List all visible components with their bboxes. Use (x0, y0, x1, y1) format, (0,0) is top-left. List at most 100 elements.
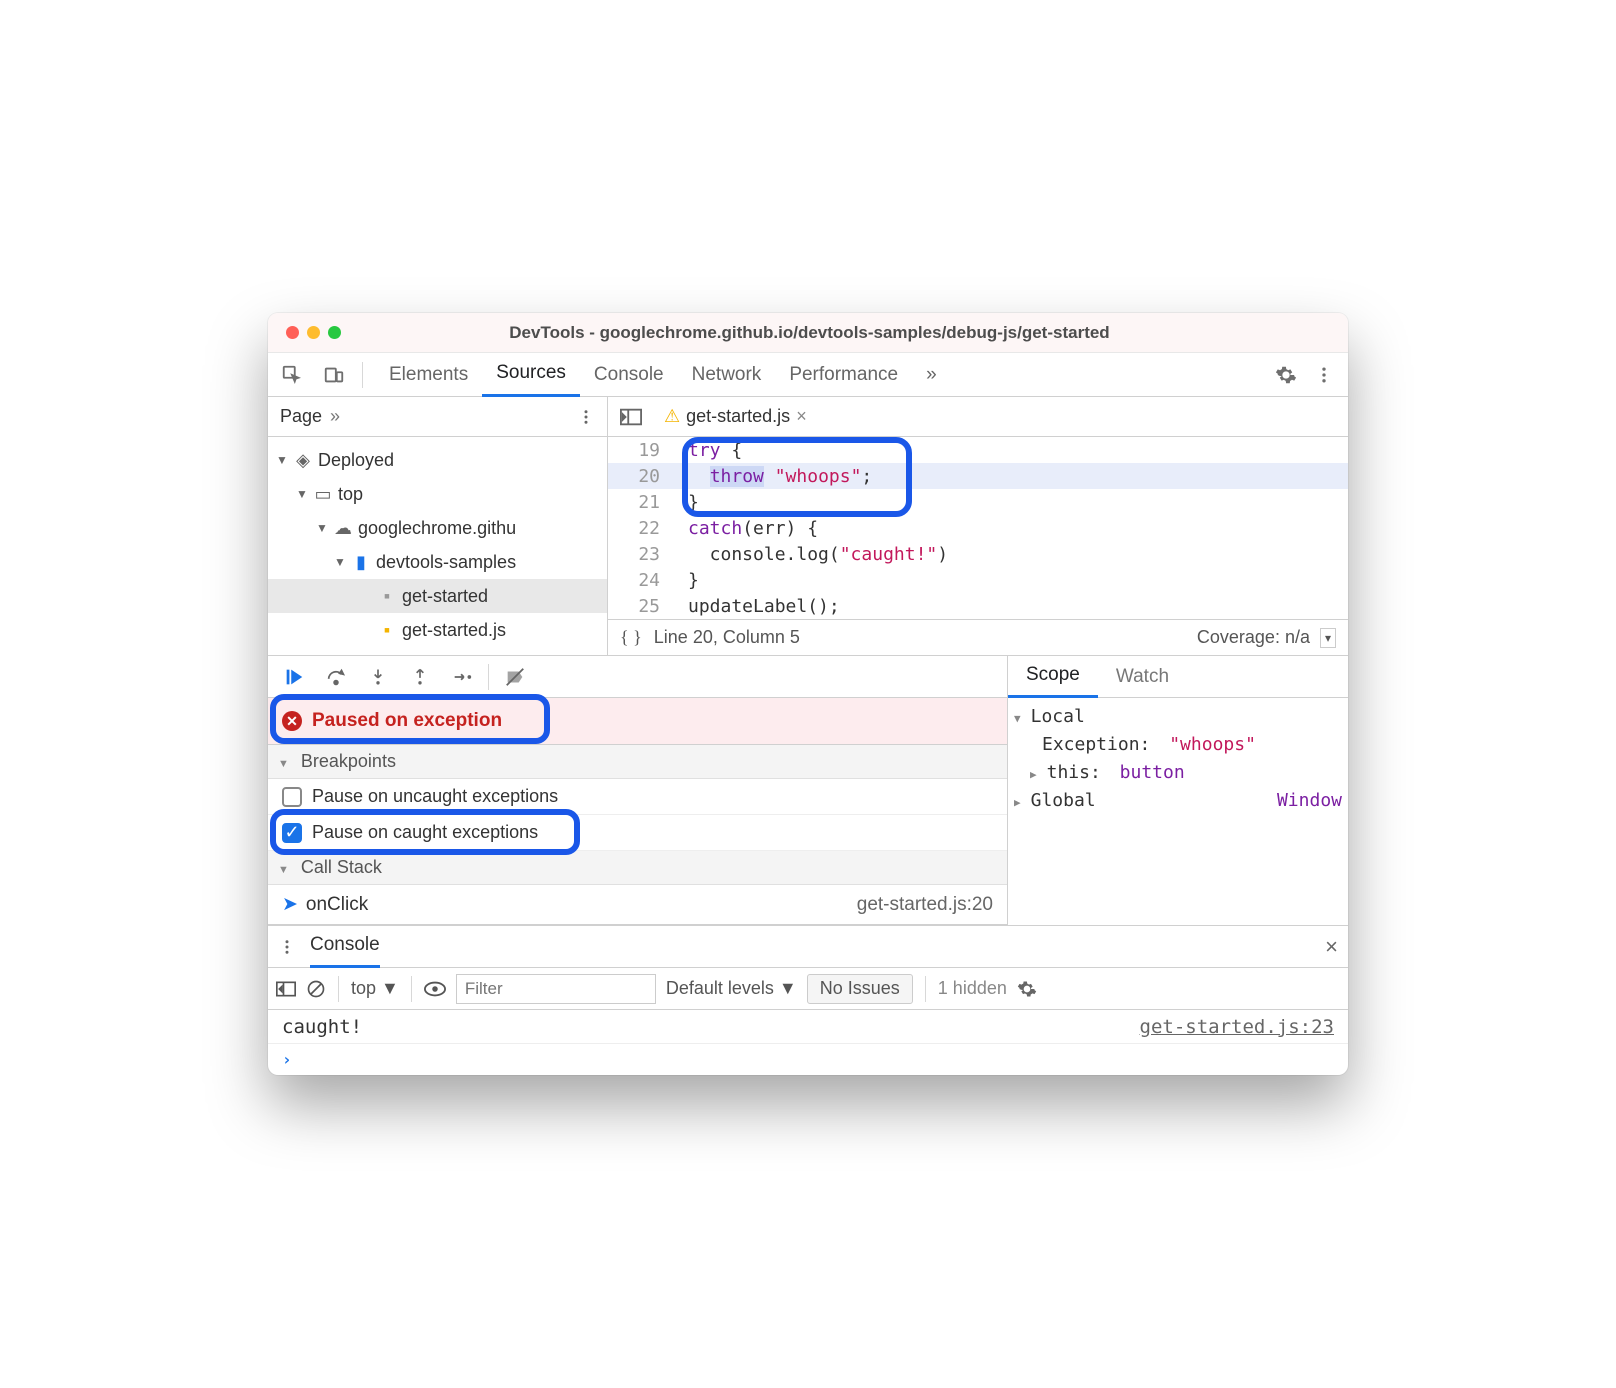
tree-top[interactable]: ▼▭top (268, 477, 607, 511)
callstack-frame[interactable]: ➤ onClick get-started.js:20 (268, 885, 1007, 925)
console-sidebar-toggle-icon[interactable] (276, 980, 296, 998)
console-drawer: Console × top ▼ Default levels ▼ No Issu… (268, 926, 1348, 1075)
log-levels-dropdown[interactable]: Default levels ▼ (666, 978, 797, 999)
editor-tabs: ⚠ get-started.js × (608, 397, 1348, 437)
step-into-icon[interactable] (360, 659, 396, 695)
devtools-window: DevTools - googlechrome.github.io/devtoo… (268, 313, 1348, 1075)
live-expression-icon[interactable] (424, 981, 446, 997)
kebab-menu-icon[interactable] (1308, 359, 1340, 391)
navigator-header: Page » (268, 397, 607, 437)
paused-message: Paused on exception (312, 710, 502, 732)
breakpoints-header[interactable]: Breakpoints (268, 745, 1007, 779)
step-icon[interactable] (444, 659, 480, 695)
scope-tabs: Scope Watch (1008, 656, 1348, 698)
frame-icon: ▭ (312, 484, 334, 505)
issues-button[interactable]: No Issues (807, 974, 913, 1004)
window-title: DevTools - googlechrome.github.io/devtoo… (349, 323, 1330, 343)
scope-body: Local Exception: "whoops" this: button G… (1008, 698, 1348, 818)
tree-folder[interactable]: ▼▮devtools-samples (268, 545, 607, 579)
tree-host[interactable]: ▼☁googlechrome.githu (268, 511, 607, 545)
console-toolbar: top ▼ Default levels ▼ No Issues 1 hidde… (268, 968, 1348, 1010)
step-over-icon[interactable] (318, 659, 354, 695)
scope-this[interactable]: this: button (1014, 758, 1342, 786)
titlebar: DevTools - googlechrome.github.io/devtoo… (268, 313, 1348, 353)
tree-file-js[interactable]: ▪get-started.js (268, 613, 607, 647)
code-line-25[interactable]: 25updateLabel(); (608, 593, 1348, 619)
console-settings-icon[interactable] (1017, 979, 1037, 999)
deactivate-breakpoints-icon[interactable] (497, 659, 533, 695)
scope-local[interactable]: Local (1014, 702, 1342, 730)
zoom-window-button[interactable] (328, 326, 341, 339)
dropdown-icon[interactable]: ▾ (1320, 628, 1336, 648)
console-log-source[interactable]: get-started.js:23 (1140, 1016, 1334, 1038)
tab-console[interactable]: Console (580, 353, 678, 397)
coverage-label: Coverage: n/a (1197, 627, 1310, 648)
separator (925, 976, 926, 1002)
code-editor: ⚠ get-started.js × 19try {20 throw "whoo… (608, 397, 1348, 655)
tab-performance[interactable]: Performance (775, 353, 912, 397)
drawer-menu-icon[interactable] (278, 938, 296, 956)
close-tab-icon[interactable]: × (796, 406, 807, 427)
inspect-element-icon[interactable] (276, 359, 308, 391)
separator (362, 362, 363, 388)
tabs-overflow[interactable]: » (912, 353, 951, 397)
tree-deployed[interactable]: ▼◈Deployed (268, 443, 607, 477)
braces-icon[interactable]: { } (620, 627, 642, 648)
console-context[interactable]: top ▼ (351, 978, 399, 999)
editor-tab-file[interactable]: ⚠ get-started.js × (656, 397, 815, 437)
step-out-icon[interactable] (402, 659, 438, 695)
tab-elements[interactable]: Elements (375, 353, 482, 397)
separator (488, 664, 489, 690)
cursor-position: Line 20, Column 5 (654, 627, 800, 648)
checkbox-checked[interactable]: ✓ (282, 823, 302, 843)
debug-toolbar (268, 656, 1007, 698)
tab-network[interactable]: Network (678, 353, 776, 397)
code-line-19[interactable]: 19try { (608, 437, 1348, 463)
toggle-navigator-icon[interactable] (614, 408, 648, 426)
navigator-menu-icon[interactable] (577, 408, 595, 426)
close-window-button[interactable] (286, 326, 299, 339)
console-filter-input[interactable] (456, 974, 656, 1004)
checkbox-unchecked[interactable] (282, 787, 302, 807)
bp-uncaught-row[interactable]: Pause on uncaught exceptions (268, 779, 1007, 815)
device-toolbar-icon[interactable] (318, 359, 350, 391)
frame-name: onClick (306, 894, 368, 916)
warning-icon: ⚠ (664, 406, 680, 427)
tree-file-html[interactable]: ▪get-started (268, 579, 607, 613)
debugger-panel: ✕ Paused on exception Breakpoints Pause … (268, 656, 1348, 926)
scope-global[interactable]: Global Window (1014, 786, 1342, 814)
separator (411, 976, 412, 1002)
editor-tab-label: get-started.js (686, 406, 790, 427)
code-line-22[interactable]: 22catch(err) { (608, 515, 1348, 541)
document-icon: ▪ (376, 586, 398, 607)
code-area[interactable]: 19try {20 throw "whoops";21}22catch(err)… (608, 437, 1348, 619)
console-log-text: caught! (282, 1016, 362, 1038)
code-line-24[interactable]: 24} (608, 567, 1348, 593)
console-tab[interactable]: Console (310, 926, 380, 968)
tab-sources[interactable]: Sources (482, 353, 580, 397)
bp-caught-row[interactable]: ✓ Pause on caught exceptions (268, 815, 1007, 851)
panel-tabs: Elements Sources Console Network Perform… (375, 353, 951, 397)
main-toolbar: Elements Sources Console Network Perform… (268, 353, 1348, 397)
console-drawer-header: Console × (268, 926, 1348, 968)
code-line-21[interactable]: 21} (608, 489, 1348, 515)
sources-panel: Page » ▼◈Deployed ▼▭top ▼☁googlechrome.g… (268, 397, 1348, 656)
navigator-tab-page[interactable]: Page (280, 406, 322, 427)
console-prompt[interactable]: › (268, 1044, 1348, 1075)
settings-icon[interactable] (1270, 359, 1302, 391)
clear-console-icon[interactable] (306, 979, 326, 999)
tab-watch[interactable]: Watch (1098, 656, 1187, 698)
minimize-window-button[interactable] (307, 326, 320, 339)
bp-uncaught-label: Pause on uncaught exceptions (312, 786, 558, 807)
navigator-overflow[interactable]: » (330, 406, 340, 427)
script-icon: ▪ (376, 620, 398, 641)
editor-status: { } Line 20, Column 5 Coverage: n/a ▾ (608, 619, 1348, 655)
code-line-20[interactable]: 20 throw "whoops"; (608, 463, 1348, 489)
resume-icon[interactable] (276, 659, 312, 695)
close-drawer-icon[interactable]: × (1325, 934, 1338, 960)
tab-scope[interactable]: Scope (1008, 656, 1098, 698)
code-line-23[interactable]: 23 console.log("caught!") (608, 541, 1348, 567)
file-tree: ▼◈Deployed ▼▭top ▼☁googlechrome.githu ▼▮… (268, 437, 607, 653)
current-frame-icon: ➤ (282, 893, 298, 916)
callstack-header[interactable]: Call Stack (268, 851, 1007, 885)
